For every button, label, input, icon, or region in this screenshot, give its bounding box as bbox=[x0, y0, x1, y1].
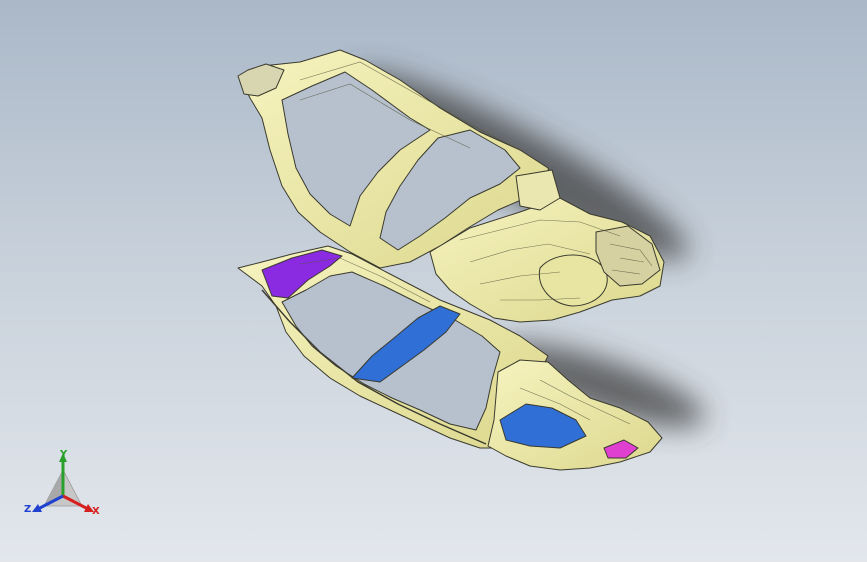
3d-viewport[interactable] bbox=[0, 0, 867, 562]
triad-x-label: X bbox=[92, 506, 100, 517]
orientation-triad: Y X Z bbox=[22, 448, 104, 524]
triad-z-label: Z bbox=[24, 504, 32, 515]
triad-y-label: Y bbox=[60, 449, 68, 460]
model-canvas[interactable] bbox=[0, 0, 867, 562]
